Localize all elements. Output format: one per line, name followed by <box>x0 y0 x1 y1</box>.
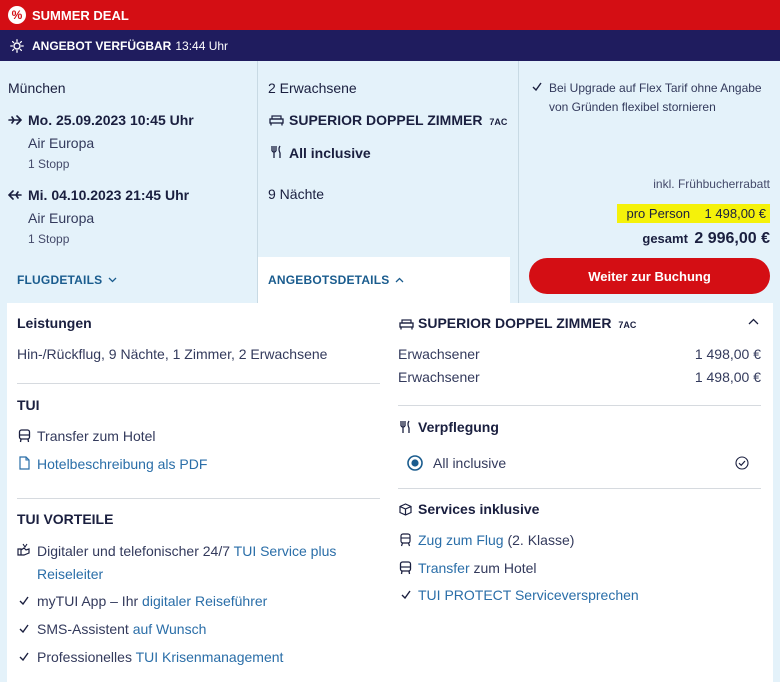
room-type: SUPERIOR DOPPEL ZIMMER 7AC <box>289 112 508 128</box>
tui-heading: TUI <box>17 397 40 413</box>
train-icon <box>400 533 411 547</box>
board-heading: Verpflegung <box>418 419 499 435</box>
service-tui-protect: TUI PROTECT Serviceversprechen <box>418 587 639 603</box>
nights: 9 Nächte <box>268 186 325 202</box>
check-circle-icon <box>735 456 749 470</box>
chevron-up-icon <box>395 277 404 283</box>
offer-available-bar: ANGEBOT VERFÜGBAR 13:44 Uhr <box>0 30 780 61</box>
check-icon <box>19 596 29 605</box>
benefit-mytui-app: myTUI App – Ihr digitaler Reiseführer <box>37 593 268 609</box>
divider <box>17 498 380 499</box>
percent-icon: % <box>8 6 26 24</box>
offer-time: 13:44 Uhr <box>175 38 229 53</box>
plane-return-icon <box>8 188 22 202</box>
services-included-heading: Services inklusive <box>418 501 540 517</box>
price-row-label: Erwachsener <box>398 369 480 385</box>
flex-tariff-note: Bei Upgrade auf Flex Tarif ohne Angabe v… <box>549 81 762 114</box>
summer-deal-banner: % SUMMER DEAL <box>0 0 780 30</box>
board-radio-selected[interactable] <box>407 455 423 471</box>
benefit-sms-assistant: SMS-Assistent auf Wunsch <box>37 621 207 637</box>
tui-service-plus-link[interactable]: TUI Service plus <box>234 543 337 559</box>
check-icon <box>532 82 542 91</box>
tui-protect-link[interactable]: TUI PROTECT <box>418 587 511 603</box>
collapse-chevron-up-icon[interactable] <box>748 318 759 325</box>
flight-summary: München Mo. 25.09.2023 10:45 Uhr Air Eur… <box>0 61 258 303</box>
cutlery-icon <box>270 145 283 159</box>
price-row-label: Erwachsener <box>398 346 480 362</box>
early-booking-note: inkl. Frühbucherrabatt <box>653 177 770 191</box>
service-hand-icon <box>17 543 31 556</box>
flight-details-toggle[interactable]: FLUGDETAILS <box>17 273 117 287</box>
sun-icon <box>10 38 24 53</box>
chevron-down-icon <box>108 277 117 283</box>
check-icon <box>401 590 411 599</box>
plane-departure-icon <box>8 113 22 127</box>
divider <box>17 383 380 384</box>
outbound-datetime: Mo. 25.09.2023 10:45 Uhr <box>28 112 194 128</box>
tour-guide-link[interactable]: Reiseleiter <box>37 566 103 582</box>
cutlery-icon <box>399 420 412 434</box>
flight-details-label: FLUGDETAILS <box>17 273 103 287</box>
service-transfer: Transfer zum Hotel <box>418 560 537 576</box>
benefit-crisis-management: Professionelles TUI Krisenmanagement <box>37 649 284 665</box>
transfer-link[interactable]: Transfer <box>418 560 470 576</box>
total-price: gesamt 2 996,00 € <box>642 230 770 248</box>
inbound-airline: Air Europa <box>28 210 95 226</box>
inbound-stops: 1 Stopp <box>28 232 70 246</box>
on-request-link[interactable]: auf Wunsch <box>133 621 207 637</box>
service-train-to-flight: Zug zum Flug (2. Klasse) <box>418 532 575 548</box>
check-icon <box>19 624 29 633</box>
bed-icon <box>399 318 414 330</box>
per-person-label: pro Person <box>626 206 691 221</box>
outbound-stops: 1 Stopp <box>28 157 70 171</box>
price-row-value: 1 498,00 € <box>694 369 761 385</box>
crisis-management-link[interactable]: TUI Krisenmanagement <box>136 649 284 665</box>
transfer-text: Transfer zum Hotel <box>37 428 156 444</box>
per-person-value: 1 498,00 € <box>704 206 766 221</box>
travel-guide-link[interactable]: digitaler Reiseführer <box>142 593 267 609</box>
per-person-highlight: pro Person 1 498,00 € <box>616 204 770 223</box>
train-to-flight-link[interactable]: Zug zum Flug <box>418 532 504 548</box>
services-heading: Leistungen <box>17 315 92 331</box>
divider <box>398 405 761 406</box>
room-code: 7AC <box>489 117 508 127</box>
total-value: 2 996,00 € <box>694 230 770 247</box>
room-code: 7AC <box>618 320 637 330</box>
check-icon <box>19 652 29 661</box>
benefit-24-7-service: Digitaler und telefonischer 24/7 TUI Ser… <box>37 543 337 559</box>
offer-details-panel: Leistungen Hin-/Rückflug, 9 Nächte, 1 Zi… <box>7 303 773 682</box>
summer-deal-text: SUMMER DEAL <box>32 7 129 23</box>
price-row-value: 1 498,00 € <box>694 346 761 362</box>
bed-icon <box>269 114 284 126</box>
bus-icon <box>18 429 31 443</box>
offer-available-label: ANGEBOT VERFÜGBAR <box>32 38 172 53</box>
outbound-airline: Air Europa <box>28 135 95 151</box>
inbound-datetime: Mi. 04.10.2023 21:45 Uhr <box>28 187 190 203</box>
origin-airport: München <box>8 80 66 96</box>
per-person-price: pro Person 1 498,00 € <box>616 204 770 223</box>
board-type: All inclusive <box>289 145 371 161</box>
continue-booking-button[interactable]: Weiter zur Buchung <box>529 258 770 294</box>
offer-details-label: ANGEBOTSDETAILS <box>268 273 390 287</box>
document-icon <box>19 456 30 470</box>
tab-offer-details[interactable]: ANGEBOTSDETAILS <box>258 257 510 303</box>
hotel-pdf-link[interactable]: Hotelbeschreibung als PDF <box>37 456 207 472</box>
board-option-label: All inclusive <box>433 455 507 471</box>
divider <box>398 488 761 489</box>
offer-summary: München Mo. 25.09.2023 10:45 Uhr Air Eur… <box>0 61 780 303</box>
tui-benefits-heading: TUI VORTEILE <box>17 511 114 527</box>
travellers: 2 Erwachsene <box>268 80 357 96</box>
total-label: gesamt <box>642 231 688 246</box>
bus-icon <box>399 561 412 575</box>
room-heading: SUPERIOR DOPPEL ZIMMER 7AC <box>418 315 637 331</box>
services-text: Hin-/Rückflug, 9 Nächte, 1 Zimmer, 2 Erw… <box>17 346 328 362</box>
package-icon <box>399 503 412 516</box>
